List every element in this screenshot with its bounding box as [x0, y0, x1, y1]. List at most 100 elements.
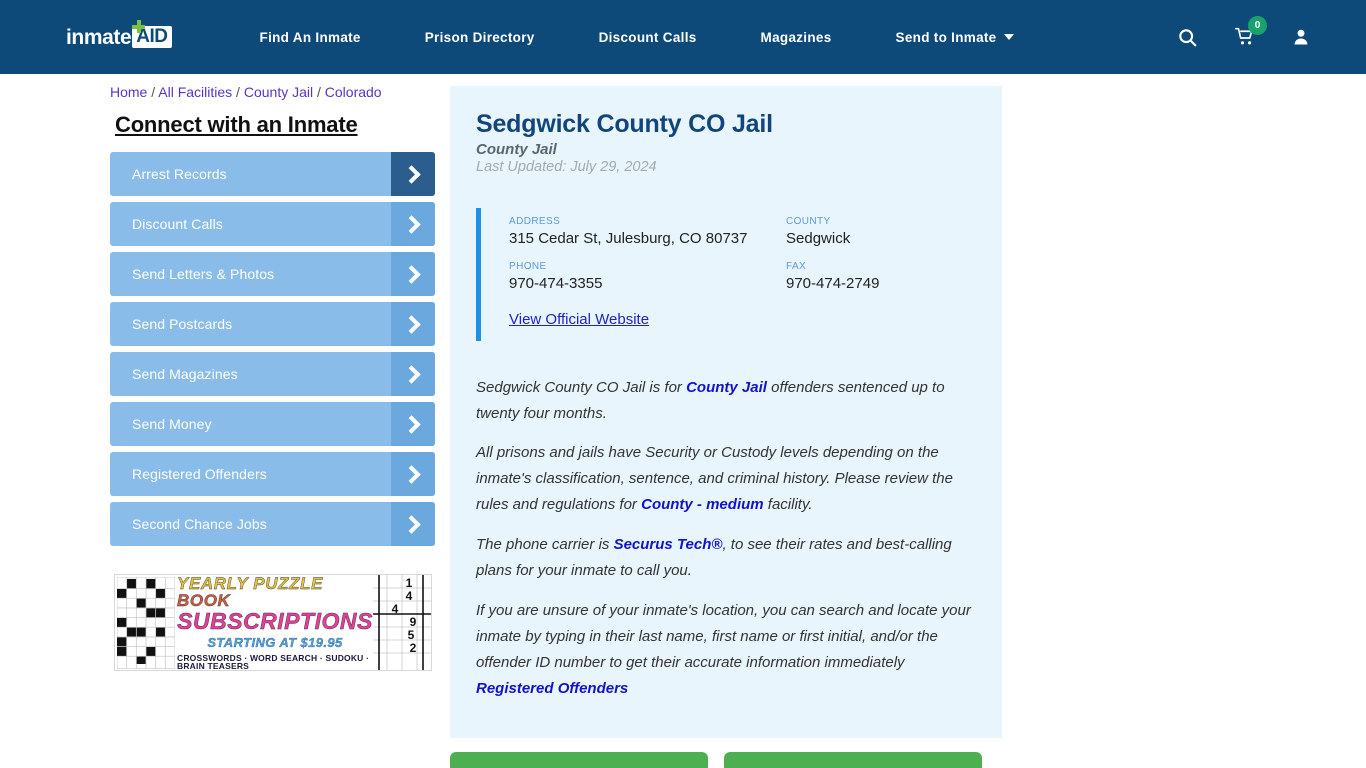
ad-headline-1b: BOOK [177, 590, 231, 610]
info-value: 315 Cedar St, Julesburg, CO 80737 [509, 230, 748, 247]
svg-text:9: 9 [410, 615, 417, 629]
sidebar-item-send-money[interactable]: Send Money [110, 402, 435, 446]
info-label: ADDRESS [509, 216, 561, 227]
svg-text:4: 4 [406, 589, 413, 603]
logo-wordmark: inmate [66, 25, 132, 49]
link-securus-tech[interactable]: Securus Tech® [614, 536, 723, 553]
sidebar-item-label: Send Magazines [132, 366, 238, 382]
facility-paragraph-3: The phone carrier is Securus Tech®, to s… [476, 532, 976, 584]
ad-headline-1: YEARLY PUZZLE BOOK [177, 575, 373, 609]
svg-text:1: 1 [406, 576, 413, 590]
sidebar-item-label: Discount Calls [132, 216, 223, 232]
info-field-address: ADDRESS 315 Cedar St, Julesburg, CO 8073… [509, 216, 786, 249]
search-icon[interactable] [1177, 27, 1198, 48]
chevron-right-icon [391, 402, 435, 446]
info-value: Sedgwick [786, 230, 851, 247]
chevron-right-icon [391, 202, 435, 246]
chevron-right-icon [391, 252, 435, 296]
ad-price-line: STARTING AT $19.95 [207, 634, 343, 650]
breadcrumb-item-all-facilities[interactable]: All Facilities [158, 84, 232, 100]
site-header: inmate AID Find An Inmate Prison Directo… [0, 0, 1366, 74]
sidebar-item-label: Arrest Records [132, 166, 227, 182]
para-text: Sedgwick County CO Jail is for [476, 378, 687, 396]
breadcrumb-item-home[interactable]: Home [110, 84, 147, 100]
crossword-graphic [115, 575, 177, 670]
sidebar-item-arrest-records[interactable]: Arrest Records [110, 152, 435, 196]
find-inmate-cta-button[interactable]: Looking for an inmate at this [450, 751, 708, 768]
last-updated-text: Last Updated: July 29, 2024 [476, 159, 657, 175]
info-field-phone: PHONE 970-474-3355 [509, 261, 786, 294]
cart-count-badge: 0 [1248, 16, 1267, 35]
sidebar: Connect with an Inmate Arrest Records Di… [110, 74, 450, 768]
main-nav: Find An Inmate Prison Directory Discount… [228, 30, 1155, 45]
info-label: COUNTY [786, 216, 831, 227]
puzzle-book-ad-banner[interactable]: YEARLY PUZZLE BOOK SUBSCRIPTIONS STARTIN… [114, 574, 432, 671]
nav-item-magazines[interactable]: Magazines [729, 30, 864, 45]
facility-type: County Jail [476, 141, 557, 158]
para-text: The phone carrier is [476, 536, 614, 554]
facility-paragraph-2: All prisons and jails have Security or C… [476, 440, 976, 518]
ad-category-line: CROSSWORDS · WORD SEARCH · SUDOKU · BRAI… [177, 652, 370, 671]
nav-item-discount-calls[interactable]: Discount Calls [567, 30, 729, 45]
chevron-right-icon [391, 302, 435, 346]
page-body: Home / All Facilities / County Jail / Co… [0, 74, 1366, 768]
nav-item-send-to-inmate-label: Send to Inmate [895, 29, 997, 45]
sidebar-item-label: Second Chance Jobs [132, 516, 267, 532]
ad-headline-2: SUBSCRIPTIONS [177, 607, 373, 634]
sidebar-item-registered-offenders[interactable]: Registered Offenders [110, 452, 435, 496]
sidebar-item-label: Send Letters & Photos [132, 266, 275, 282]
green-plus-icon [132, 20, 145, 33]
info-value: 970-474-2749 [786, 275, 880, 293]
breadcrumb-separator: / [232, 84, 244, 100]
breadcrumb: Home / All Facilities / County Jail / Co… [110, 74, 382, 100]
header-icon-group: 0 [1177, 16, 1310, 48]
sidebar-item-send-magazines[interactable]: Send Magazines [110, 352, 435, 396]
sidebar-item-discount-calls[interactable]: Discount Calls [110, 202, 435, 246]
info-field-fax: FAX 970-474-2749 [786, 261, 976, 294]
para-text: facility. [763, 496, 813, 514]
sudoku-graphic: 1 4 4 9 5 2 [373, 575, 431, 670]
info-field-county: COUNTY Sedgwick [786, 216, 976, 249]
ad-text-block: YEARLY PUZZLE BOOK SUBSCRIPTIONS STARTIN… [177, 575, 373, 670]
facility-info-block: ADDRESS 315 Cedar St, Julesburg, CO 8073… [476, 208, 976, 341]
sidebar-title: Connect with an Inmate [115, 112, 358, 137]
nav-item-send-to-inmate[interactable]: Send to Inmate [864, 30, 1046, 45]
nav-item-find-an-inmate[interactable]: Find An Inmate [228, 30, 393, 45]
view-official-website-link[interactable]: View Official Website [509, 311, 649, 328]
sidebar-item-send-postcards[interactable]: Send Postcards [110, 302, 435, 346]
page-title: Sedgwick County CO Jail [476, 110, 773, 138]
facility-paragraph-1: Sedgwick County CO Jail is for County Ja… [476, 375, 976, 427]
chevron-right-icon [391, 452, 435, 496]
nav-item-prison-directory[interactable]: Prison Directory [393, 30, 567, 45]
info-label: FAX [786, 261, 807, 273]
svg-text:4: 4 [392, 602, 399, 616]
site-logo[interactable]: inmate AID [66, 20, 172, 51]
info-value: 970-474-3355 [509, 275, 603, 293]
link-registered-offenders[interactable]: Registered Offenders [476, 680, 628, 697]
svg-text:5: 5 [408, 628, 415, 642]
sidebar-item-label: Send Postcards [132, 316, 233, 332]
sidebar-item-second-chance-jobs[interactable]: Second Chance Jobs [110, 502, 435, 546]
visitation-info-cta-button[interactable]: Visitation Information, Times [724, 751, 982, 768]
cart-icon[interactable]: 0 [1234, 16, 1267, 47]
breadcrumb-separator: / [147, 84, 159, 100]
user-icon[interactable] [1292, 27, 1310, 47]
chevron-right-icon [391, 152, 435, 196]
breadcrumb-item-colorado[interactable]: Colorado [325, 84, 382, 100]
facility-card: Sedgwick County CO Jail County Jail Last… [450, 86, 1002, 738]
sidebar-item-label: Send Money [132, 416, 212, 432]
breadcrumb-separator: / [313, 84, 325, 100]
link-county-medium[interactable]: County - medium [641, 496, 764, 513]
chevron-right-icon [391, 502, 435, 546]
info-label: PHONE [509, 261, 547, 273]
chevron-down-icon [1003, 34, 1014, 40]
cta-button-row: Looking for an inmate at this Visitation… [450, 751, 1366, 768]
svg-text:2: 2 [410, 641, 417, 655]
main-content: Sedgwick County CO Jail County Jail Last… [450, 74, 1366, 768]
chevron-right-icon [391, 352, 435, 396]
facility-paragraph-4: If you are unsure of your inmate's locat… [476, 598, 976, 702]
link-county-jail[interactable]: County Jail [686, 379, 767, 396]
sidebar-item-label: Registered Offenders [132, 466, 267, 482]
breadcrumb-item-county-jail[interactable]: County Jail [244, 84, 313, 100]
sidebar-item-send-letters-photos[interactable]: Send Letters & Photos [110, 252, 435, 296]
